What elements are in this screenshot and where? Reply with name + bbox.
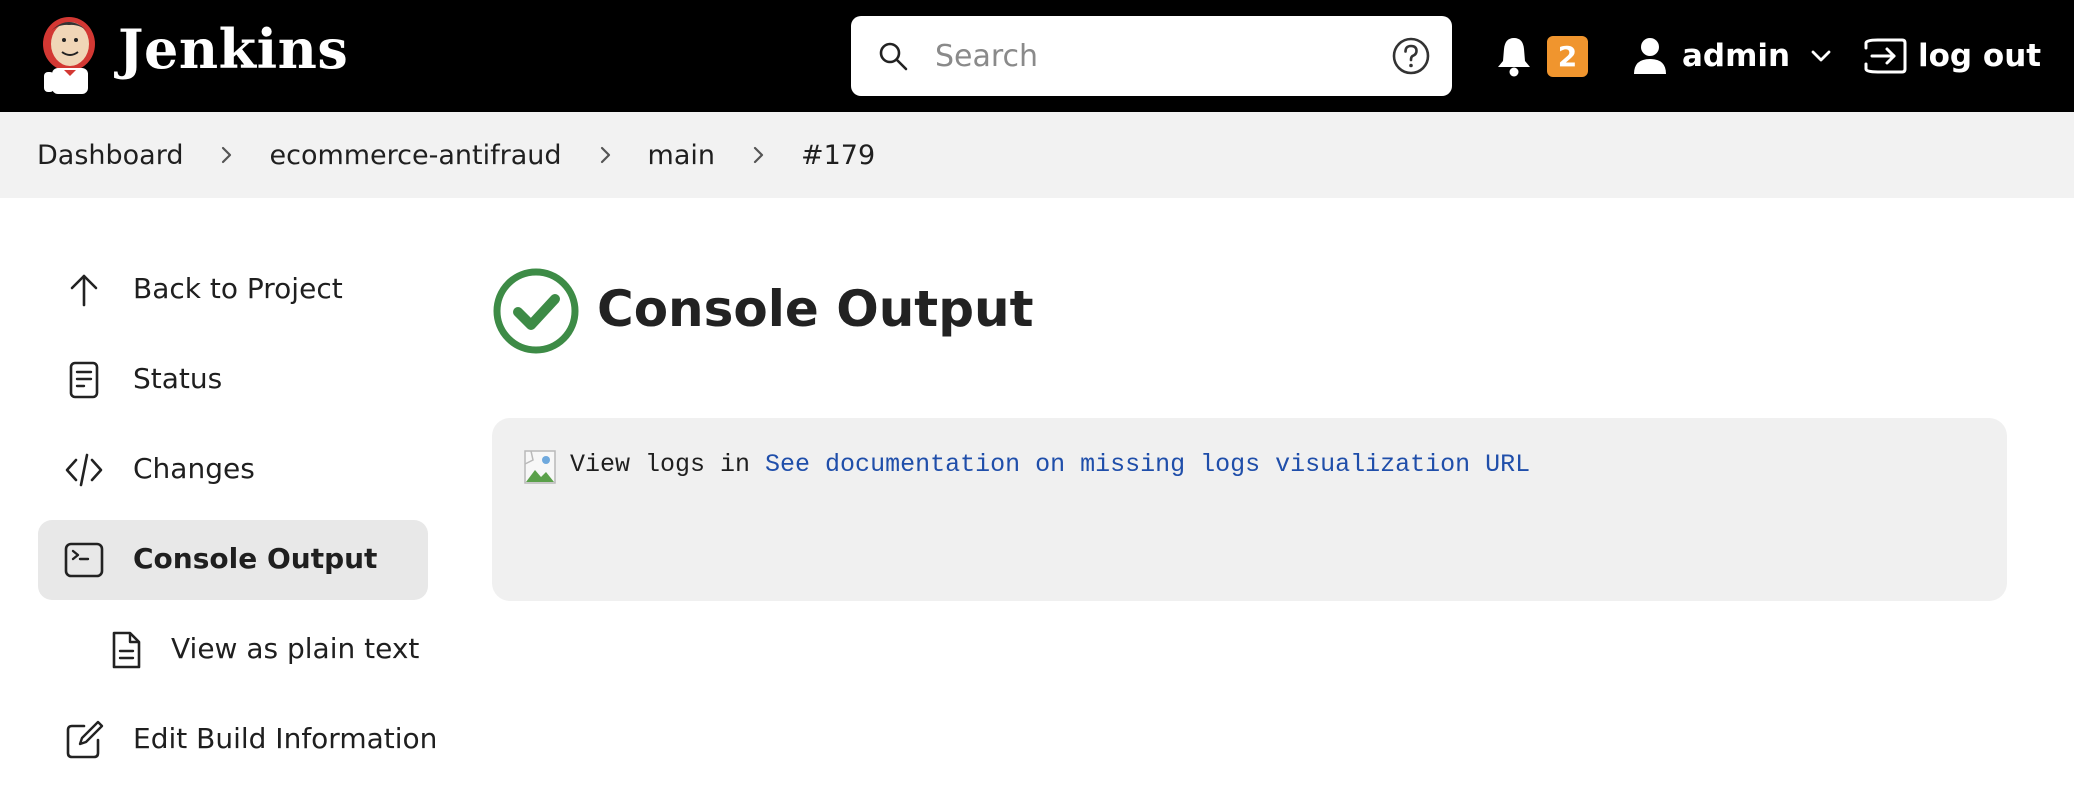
sidebar-item-label: Console Output bbox=[133, 542, 378, 575]
notifications-bell-icon[interactable] bbox=[1494, 34, 1534, 78]
breadcrumb-project[interactable]: ecommerce-antifraud bbox=[269, 140, 561, 171]
chevron-right-icon bbox=[753, 146, 764, 164]
sidebar-item-changes[interactable]: Changes bbox=[38, 430, 428, 510]
terminal-icon bbox=[64, 542, 104, 578]
file-text-icon bbox=[112, 631, 141, 669]
sidebar-item-label: Edit Build Information bbox=[133, 722, 438, 755]
user-menu[interactable]: admin bbox=[1632, 34, 1834, 78]
breadcrumb-build[interactable]: #179 bbox=[801, 140, 875, 171]
breadcrumb-branch[interactable]: main bbox=[648, 140, 715, 171]
document-icon bbox=[69, 361, 99, 399]
chevron-down-icon[interactable] bbox=[1808, 43, 1834, 69]
chevron-right-icon bbox=[222, 146, 232, 164]
user-icon bbox=[1634, 38, 1666, 74]
jenkins-logo[interactable] bbox=[34, 14, 104, 98]
logout-link[interactable]: log out bbox=[1862, 34, 2041, 78]
search-box[interactable] bbox=[851, 16, 1452, 96]
code-icon bbox=[65, 453, 103, 487]
breadcrumb-dashboard[interactable]: Dashboard bbox=[37, 140, 183, 171]
notification-count-badge[interactable]: 2 bbox=[1547, 36, 1588, 77]
sidebar-item-edit-build-information[interactable]: Edit Build Information bbox=[38, 700, 437, 780]
user-name[interactable]: admin bbox=[1682, 38, 1790, 74]
console-line: View logs in See documentation on missin… bbox=[570, 450, 1530, 479]
edit-icon bbox=[66, 720, 104, 759]
top-bar: Jenkins 2 admin bbox=[0, 0, 2074, 112]
arrow-up-icon bbox=[70, 274, 98, 307]
brand-name[interactable]: Jenkins bbox=[118, 17, 348, 81]
sidebar-item-label: Changes bbox=[133, 452, 255, 485]
missing-logs-documentation-link[interactable]: See documentation on missing logs visual… bbox=[765, 450, 1530, 479]
sidebar-item-label: Back to Project bbox=[133, 272, 343, 305]
search-icon bbox=[879, 42, 908, 71]
success-check-icon bbox=[493, 268, 579, 354]
logout-icon bbox=[1864, 38, 1907, 74]
help-icon[interactable] bbox=[1391, 36, 1431, 76]
sidebar-item-view-as-plain-text[interactable]: View as plain text bbox=[38, 610, 428, 690]
console-text: View logs in bbox=[570, 450, 751, 479]
console-output-panel: View logs in See documentation on missin… bbox=[492, 418, 2007, 601]
sidebar-item-console-output[interactable]: Console Output bbox=[38, 520, 428, 600]
chevron-right-icon bbox=[600, 146, 610, 164]
sidebar-item-status[interactable]: Status bbox=[38, 340, 428, 420]
logout-label[interactable]: log out bbox=[1918, 38, 2041, 74]
search-input[interactable] bbox=[935, 30, 1375, 82]
broken-image-icon bbox=[524, 450, 556, 484]
breadcrumb: Dashboard ecommerce-antifraud main #179 bbox=[0, 112, 2074, 198]
page-title: Console Output bbox=[597, 280, 1034, 338]
sidebar-item-back-to-project[interactable]: Back to Project bbox=[38, 250, 428, 330]
sidebar-item-label: View as plain text bbox=[171, 632, 420, 665]
sidebar-item-label: Status bbox=[133, 362, 223, 395]
